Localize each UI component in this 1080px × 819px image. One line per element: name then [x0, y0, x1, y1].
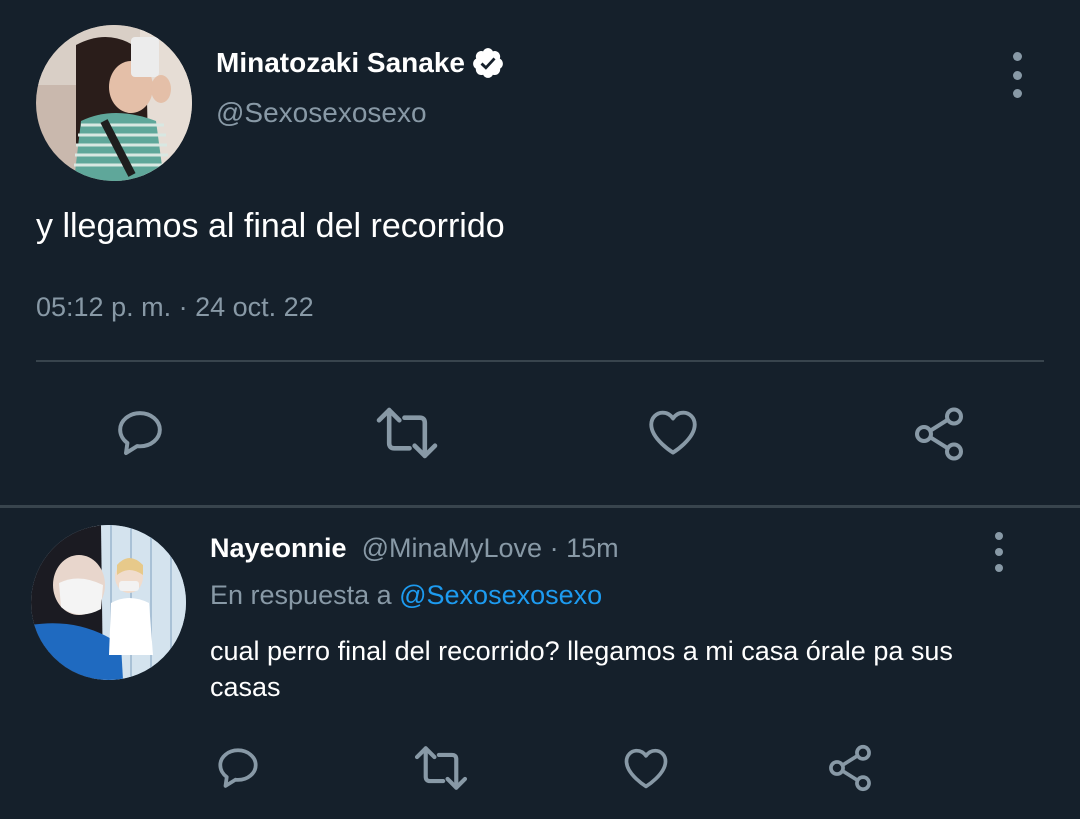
- main-tweet: Minatozaki Sanake @Sexosexosexo y llegam…: [0, 0, 1080, 505]
- reply-handle-text: @MinaMyLove: [361, 533, 543, 563]
- share-button[interactable]: [822, 740, 878, 796]
- more-options-icon[interactable]: [998, 52, 1036, 98]
- reply-to-mention[interactable]: @Sexosexosexo: [399, 580, 602, 610]
- reply-time[interactable]: 15m: [566, 533, 619, 563]
- reply-button[interactable]: [105, 400, 175, 466]
- meta-separator: ·: [542, 533, 567, 563]
- reply-author-name[interactable]: Nayeonnie: [210, 533, 347, 563]
- tweet-thread-page: Minatozaki Sanake @Sexosexosexo y llegam…: [0, 0, 1080, 819]
- dot: [995, 548, 1003, 556]
- share-button[interactable]: [906, 402, 972, 466]
- reply-icon: [218, 748, 258, 788]
- dot: [1012, 52, 1022, 61]
- avatar-photo-icon: [36, 25, 192, 181]
- author-name[interactable]: Minatozaki Sanake: [216, 46, 505, 80]
- reply-to-label: En respuesta a: [210, 580, 400, 610]
- like-button[interactable]: [640, 400, 706, 464]
- retweet-icon: [414, 746, 468, 790]
- dot: [995, 532, 1003, 540]
- reply-text: cual perro final del recorrido? llegamos…: [210, 636, 953, 702]
- divider: [36, 360, 1044, 362]
- like-icon: [624, 748, 668, 789]
- like-button[interactable]: [618, 740, 674, 796]
- verified-badge-icon: [471, 46, 505, 80]
- share-icon: [829, 744, 871, 792]
- retweet-icon: [376, 407, 438, 459]
- dot: [1012, 89, 1022, 98]
- like-icon: [649, 410, 697, 455]
- more-options-icon[interactable]: [980, 532, 1018, 572]
- author-name-label: Minatozaki Sanake: [216, 47, 465, 78]
- dot: [995, 564, 1003, 572]
- reply-author-handle[interactable]: @MinaMyLove: [354, 533, 542, 563]
- avatar[interactable]: [31, 525, 186, 680]
- reply-header: Nayeonnie @MinaMyLove · 15m: [210, 533, 619, 564]
- tweet-separator: [0, 505, 1080, 508]
- retweet-button[interactable]: [410, 742, 472, 794]
- retweet-button[interactable]: [370, 402, 444, 464]
- avatar-photo-icon: [31, 525, 186, 680]
- share-icon: [915, 407, 963, 461]
- avatar[interactable]: [36, 25, 192, 181]
- reply-context: En respuesta a @Sexosexosexo: [210, 580, 602, 611]
- dot: [1012, 70, 1022, 80]
- author-handle[interactable]: @Sexosexosexo: [216, 97, 427, 129]
- tweet-timestamp[interactable]: 05:12 p. m. · 24 oct. 22: [36, 292, 314, 323]
- tweet-text: y llegamos al final del recorrido: [36, 207, 505, 245]
- reply-icon: [118, 411, 162, 456]
- reply-button[interactable]: [210, 740, 266, 796]
